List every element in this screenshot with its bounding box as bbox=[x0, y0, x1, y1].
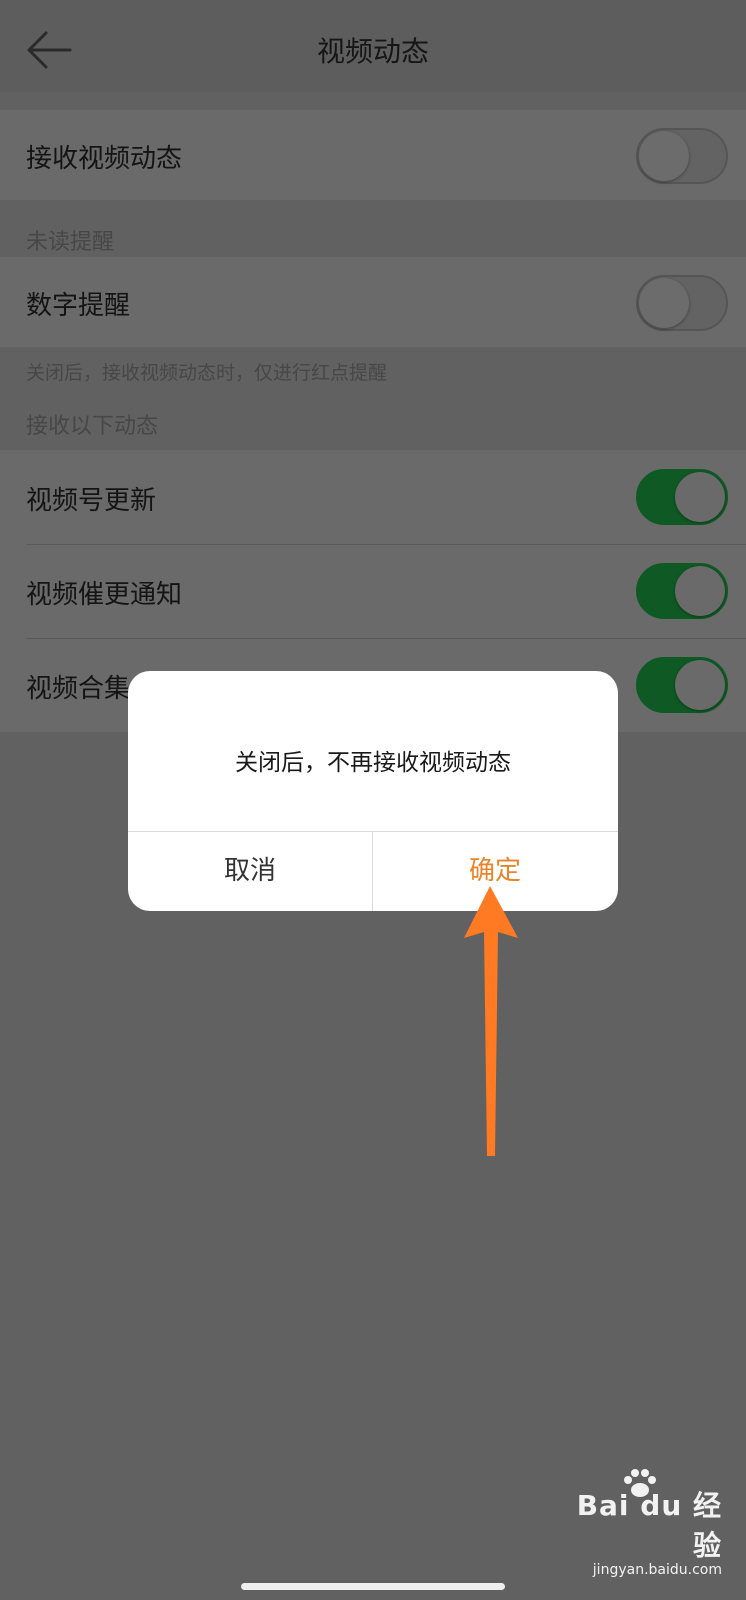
app-header: 视频动态 bbox=[0, 0, 746, 92]
number-reminder-toggle[interactable] bbox=[636, 275, 728, 331]
row-divider bbox=[26, 544, 746, 545]
confirm-dialog: 关闭后，不再接收视频动态 取消 确定 bbox=[128, 671, 618, 911]
update-reminder-toggle[interactable] bbox=[636, 563, 728, 619]
receive-video-dynamics-toggle[interactable] bbox=[636, 128, 728, 184]
setting-label: 视频合集 bbox=[26, 674, 131, 704]
cancel-button[interactable]: 取消 bbox=[128, 832, 372, 911]
status-bar bbox=[0, 0, 746, 10]
setting-row-number-reminder[interactable]: 数字提醒 bbox=[0, 257, 746, 347]
paw-icon bbox=[624, 1469, 656, 1497]
watermark-url: jingyan.baidu.com bbox=[592, 1562, 722, 1578]
baidu-jingyan-watermark: Bai du 经验 jingyan.baidu.com bbox=[562, 1469, 722, 1578]
toggle-knob bbox=[639, 131, 689, 181]
home-indicator[interactable] bbox=[241, 1583, 505, 1590]
collection-toggle[interactable] bbox=[636, 657, 728, 713]
row-divider bbox=[26, 638, 746, 639]
toggle-knob bbox=[675, 566, 725, 616]
setting-label: 视频号更新 bbox=[26, 486, 157, 516]
toggle-knob bbox=[639, 278, 689, 328]
toggle-knob bbox=[675, 660, 725, 710]
section-label-unread: 未读提醒 bbox=[26, 230, 115, 255]
setting-label: 接收视频动态 bbox=[26, 144, 183, 174]
setting-row-update-reminder[interactable]: 视频催更通知 bbox=[0, 544, 746, 638]
channel-update-toggle[interactable] bbox=[636, 469, 728, 525]
setting-row-receive-video-dynamics[interactable]: 接收视频动态 bbox=[0, 110, 746, 200]
setting-label: 数字提醒 bbox=[26, 291, 131, 321]
setting-label: 视频催更通知 bbox=[26, 580, 183, 610]
number-reminder-note: 关闭后，接收视频动态时，仅进行红点提醒 bbox=[26, 362, 388, 384]
section-label-receive: 接收以下动态 bbox=[26, 414, 159, 439]
toggle-knob bbox=[675, 472, 725, 522]
page-title: 视频动态 bbox=[316, 35, 429, 68]
setting-row-channel-update[interactable]: 视频号更新 bbox=[0, 450, 746, 544]
dialog-message: 关闭后，不再接收视频动态 bbox=[235, 750, 511, 776]
arrow-up-icon bbox=[464, 886, 518, 1156]
